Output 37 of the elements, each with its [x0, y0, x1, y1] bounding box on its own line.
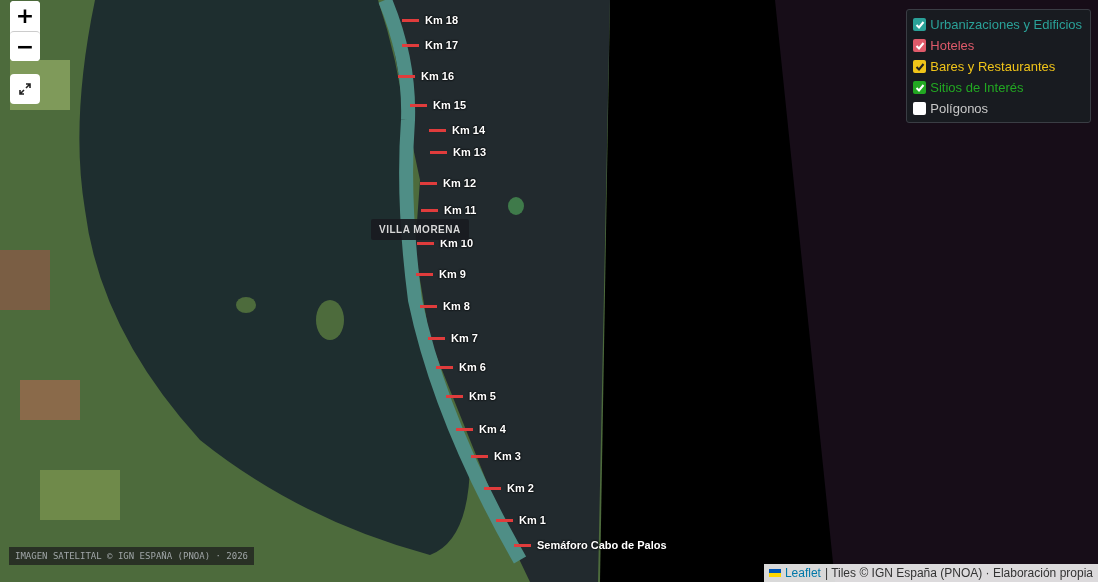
marker-label: Km 14: [452, 124, 486, 136]
layer-checkbox[interactable]: [913, 60, 927, 73]
marker-label: Km 10: [440, 237, 474, 249]
marker-label: Km 8: [443, 300, 470, 312]
marker-label: Km 16: [421, 70, 455, 82]
layer-label[interactable]: Sitios de Interés: [930, 80, 1024, 95]
marker-label: Km 2: [507, 482, 534, 494]
attribution-text: | Tiles © IGN España (PNOA) · Elaboración propia: [824, 566, 1093, 580]
marker-label: Km 9: [439, 268, 466, 280]
layer-checkbox[interactable]: [913, 81, 927, 94]
layer-checkbox[interactable]: [913, 18, 927, 31]
marker-label: Km 11: [444, 204, 477, 216]
zoom-out-button[interactable]: −: [10, 31, 40, 61]
flag-icon: [768, 569, 781, 577]
leaflet-link[interactable]: Leaflet: [784, 566, 821, 580]
layer-label[interactable]: Hoteles: [930, 38, 975, 53]
layer-label[interactable]: Urbanizaciones y Edificios: [930, 17, 1082, 32]
fullscreen-button[interactable]: [10, 74, 40, 104]
imagery-credit: IMAGEN SATELITAL © IGN ESPAÑA (PNOA) · 2026: [9, 547, 254, 565]
marker-label: Km 3: [494, 450, 521, 462]
marker-label: Km 1: [519, 514, 546, 526]
layer-label[interactable]: Bares y Restaurantes: [930, 59, 1056, 74]
expand-arrows-icon: [19, 83, 31, 95]
marker-label: Km 15: [433, 99, 467, 111]
layer-label[interactable]: Polígonos: [930, 101, 989, 116]
marker-label: Km 4: [479, 423, 506, 435]
marker-label: Km 17: [425, 39, 459, 51]
marker-label: Km 5: [469, 390, 496, 402]
layer-checkbox[interactable]: [913, 102, 927, 115]
marker-label: Semáforo Cabo de Palos: [537, 539, 667, 551]
marker-label: Km 7: [451, 332, 478, 344]
marker-label: Km 13: [453, 146, 487, 158]
map-tooltip: VILLA MORENA: [371, 219, 469, 240]
marker-label: Km 6: [459, 361, 486, 373]
marker-label: Km 18: [425, 14, 459, 26]
layer-checkbox[interactable]: [913, 39, 927, 52]
marker-label: Km 12: [443, 177, 477, 189]
